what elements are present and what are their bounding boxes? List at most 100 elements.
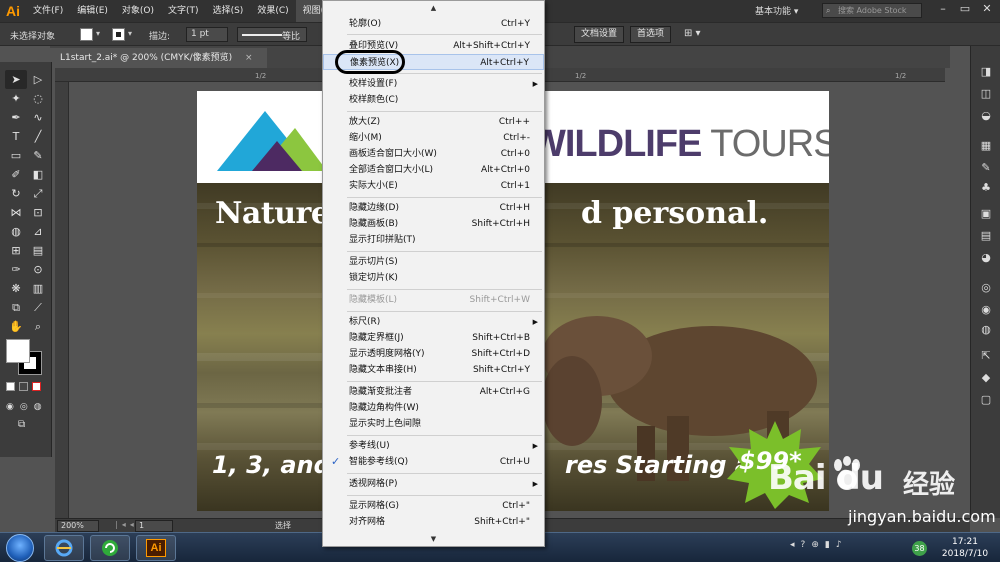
symbols-icon[interactable]: ♣ [977,180,995,196]
layers-panel-icon[interactable]: ◕ [977,250,995,266]
paintbrush-tool-icon[interactable]: ✎ [27,146,49,165]
menu-object[interactable]: 对象(O) [115,0,161,22]
menu-item-hide-artboards[interactable]: 隐藏画板(B) Shift+Ctrl+H [323,216,544,232]
menu-edit[interactable]: 编辑(E) [70,0,115,22]
draw-inside-icon[interactable]: ◍ [34,402,42,412]
transparency-panel-icon[interactable]: ◍ [977,322,995,338]
taskbar-ie-icon[interactable] [44,535,84,561]
color-mode-icon[interactable] [6,382,15,391]
rotate-tool-icon[interactable]: ↻ [5,184,27,203]
menu-type[interactable]: 文字(T) [161,0,206,22]
menu-item-outline[interactable]: 轮廓(O) Ctrl+Y [323,16,544,32]
menu-item-zoom-in[interactable]: 放大(Z) Ctrl++ [323,114,544,130]
slice-tool-icon[interactable]: ⟋ [27,298,49,317]
tray-network-icon[interactable]: ⊕ [811,540,819,550]
swatches-icon[interactable]: ▦ [977,138,995,154]
maximize-icon[interactable]: ▭ [954,0,976,18]
chevron-down-icon[interactable]: ▾ [96,29,100,38]
minimize-icon[interactable]: – [932,0,954,18]
chevron-down-icon[interactable]: ▾ [128,29,132,38]
menu-item-fit-artboard[interactable]: 画板适合窗口大小(W) Ctrl+0 [323,146,544,162]
gradient-panel-icon[interactable]: ◉ [977,302,995,318]
tray-badge[interactable]: 38 [912,541,927,556]
tray-volume-icon[interactable]: ♪ [836,540,842,550]
menu-item-hide-gradient-annotator[interactable]: 隐藏渐变批注者 Alt+Ctrl+G [323,384,544,400]
artboard-tool-icon[interactable]: ⧉ [5,298,27,317]
draw-behind-icon[interactable]: ◎ [20,402,28,412]
blend-tool-icon[interactable]: ⊙ [27,260,49,279]
tray-chevron-icon[interactable]: ◂ [790,540,795,550]
document-tab[interactable]: L1start_2.ai* @ 200% (CMYK/像素预览) × [50,48,267,68]
gradient-tool-icon[interactable]: ▤ [27,241,49,260]
gradient-mode-icon[interactable] [19,382,28,391]
export-panel-icon[interactable]: ⇱ [977,348,995,364]
menu-item-proof-colors[interactable]: 校样颜色(C) [323,92,544,108]
shaper-tool-icon[interactable]: ✐ [5,165,27,184]
graphic-styles-icon[interactable]: ▣ [977,206,995,222]
mesh-tool-icon[interactable]: ⊞ [5,241,27,260]
hand-tool-icon[interactable]: ✋ [5,317,27,336]
menu-item-guides[interactable]: 参考线(U) ▶ [323,438,544,454]
zoom-tool-icon[interactable]: ⌕ [27,317,49,336]
menu-scroll-up-icon[interactable]: ▲ [323,3,544,13]
fill-color-swatch[interactable] [80,28,93,41]
magic-wand-tool-icon[interactable]: ✦ [5,89,27,108]
curvature-tool-icon[interactable]: ∿ [27,108,49,127]
menu-item-show-slices[interactable]: 显示切片(S) [323,254,544,270]
menu-item-perspective-grid[interactable]: 透视网格(P) ▶ [323,476,544,492]
menu-item-smart-guides[interactable]: ✓ 智能参考线(Q) Ctrl+U [323,454,544,470]
stroke-color-swatch[interactable] [112,28,125,41]
menu-scroll-down-icon[interactable]: ▼ [323,534,544,544]
rectangle-tool-icon[interactable]: ▭ [5,146,27,165]
align-icon[interactable]: ⊞ ▾ [684,28,701,39]
preferences-button[interactable]: 首选项 [630,26,672,43]
scale-tool-icon[interactable]: ⤢ [27,184,49,203]
tray-help-icon[interactable]: ? [801,540,806,550]
none-mode-icon[interactable] [32,382,41,391]
color-panel-icon[interactable]: ◨ [977,64,995,80]
menu-item-zoom-out[interactable]: 缩小(M) Ctrl+- [323,130,544,146]
tray-signal-icon[interactable]: ▮ [825,540,830,550]
free-transform-tool-icon[interactable]: ⊡ [27,203,49,222]
fill-color-box[interactable] [6,339,30,363]
stock-search-input[interactable]: ⌕ 搜索 Adobe Stock [822,3,922,18]
perspective-grid-tool-icon[interactable]: ⊿ [27,222,49,241]
menu-item-fit-all[interactable]: 全部适合窗口大小(L) Alt+Ctrl+0 [323,162,544,178]
menu-item-transparency-grid[interactable]: 显示透明度网格(Y) Shift+Ctrl+D [323,346,544,362]
workspace-switcher[interactable]: 基本功能 [755,4,798,17]
menu-select[interactable]: 选择(S) [206,0,251,22]
width-tool-icon[interactable]: ⋈ [5,203,27,222]
stroke-panel-icon[interactable]: ◎ [977,280,995,296]
menu-item-print-tiling[interactable]: 显示打印拼贴(T) [323,232,544,248]
selection-tool-icon[interactable]: ➤ [5,70,27,89]
stroke-weight-field[interactable]: 1 pt [186,27,228,42]
zoom-level-field[interactable]: 200% [57,520,99,532]
symbol-sprayer-tool-icon[interactable]: ❋ [5,279,27,298]
menu-item-snap-to-grid[interactable]: 对齐网格 Shift+Ctrl+" [323,514,544,530]
pen-tool-icon[interactable]: ✒ [5,108,27,127]
screen-mode-icon[interactable]: ⧉ [18,419,25,430]
illustrator-logo[interactable]: Ai [0,0,26,22]
layers-icon[interactable]: ◆ [977,370,995,386]
menu-item-lock-slices[interactable]: 锁定切片(K) [323,270,544,286]
taskbar-360-icon[interactable] [90,535,130,561]
draw-normal-icon[interactable]: ◉ [6,402,14,412]
brushes-icon[interactable]: ✎ [977,160,995,176]
document-setup-button[interactable]: 文档设置 [574,26,625,43]
menu-item-actual-size[interactable]: 实际大小(E) Ctrl+1 [323,178,544,194]
eraser-tool-icon[interactable]: ◧ [27,165,49,184]
menu-item-show-grid[interactable]: 显示网格(G) Ctrl+" [323,498,544,514]
menu-item-rulers[interactable]: 标尺(R) ▶ [323,314,544,330]
graph-tool-icon[interactable]: ▥ [27,279,49,298]
menu-item-hide-text-threads[interactable]: 隐藏文本串接(H) Shift+Ctrl+Y [323,362,544,378]
eyedropper-tool-icon[interactable]: ✑ [5,260,27,279]
menu-item-proof-setup[interactable]: 校样设置(F) ▶ [323,76,544,92]
close-icon[interactable]: ✕ [976,0,998,18]
menu-item-hide-edges[interactable]: 隐藏边缘(D) Ctrl+H [323,200,544,216]
lasso-tool-icon[interactable]: ◌ [27,89,49,108]
shape-builder-tool-icon[interactable]: ◍ [5,222,27,241]
taskbar-illustrator-icon[interactable]: Ai [136,535,176,561]
vertical-ruler[interactable] [55,82,69,518]
stroke-profile-select[interactable]: 等比 [237,27,307,42]
artboards-icon[interactable]: ▢ [977,392,995,408]
